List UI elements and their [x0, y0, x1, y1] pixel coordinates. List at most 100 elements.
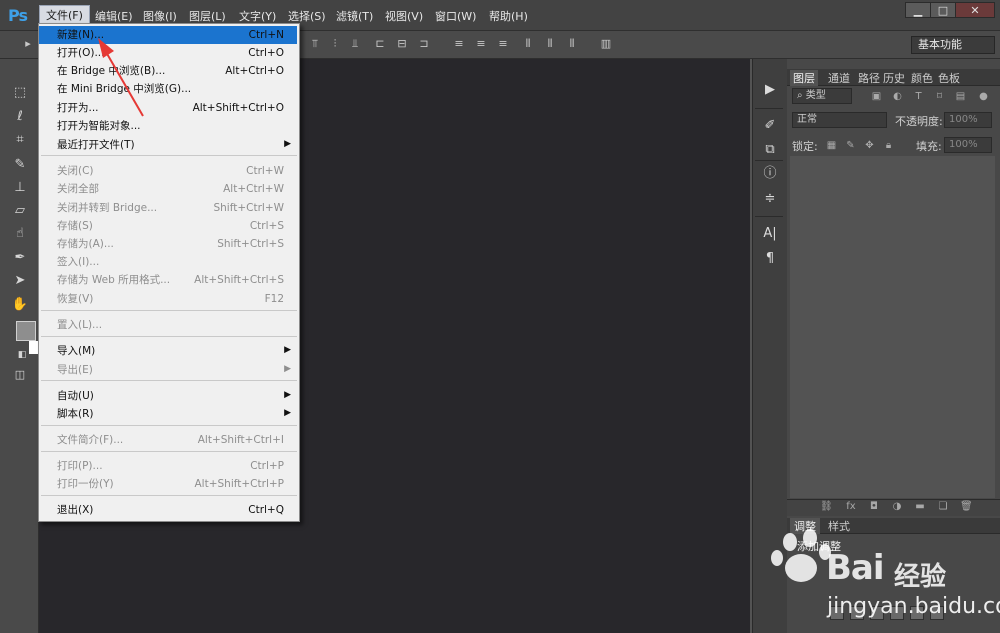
clone-source-icon[interactable]: ⧉ [762, 142, 778, 158]
menu-item-close-goto-bridge[interactable]: 关闭并转到 Bridge... Shift+Ctrl+W [39, 199, 297, 217]
paragraph-icon[interactable]: ¶ [762, 251, 778, 267]
tab-channels[interactable]: 通道 [828, 70, 850, 86]
opacity-field[interactable]: 100% [944, 112, 992, 128]
properties-icon[interactable]: ≑ [762, 191, 778, 207]
play-action-icon[interactable]: ▶ [762, 82, 778, 98]
new-layer-icon[interactable]: ❏ [937, 501, 949, 513]
align-left-icon[interactable]: ⊏ [374, 38, 386, 50]
foreground-color-swatch[interactable] [16, 321, 36, 341]
align-top-icon[interactable]: ⫪ [309, 38, 321, 50]
menu-image[interactable]: 图像(I) [141, 8, 179, 24]
crop-tool-icon[interactable]: ⌗ [10, 131, 30, 149]
menu-item-print-one-copy[interactable]: 打印一份(Y) Alt+Shift+Ctrl+P [39, 475, 297, 493]
filter-pixel-icon[interactable]: ▣ [871, 91, 882, 102]
hand-tool-icon[interactable]: ✋ [10, 296, 30, 314]
align-bottom-icon[interactable]: ⫫ [349, 38, 361, 50]
menu-item-open-recent[interactable]: 最近打开文件(T) ▶ [39, 136, 297, 154]
menu-item-close[interactable]: 关闭(C) Ctrl+W [39, 162, 297, 180]
filter-shape-icon[interactable]: ⌑ [934, 91, 945, 102]
distribute-bottom-icon[interactable]: ≡ [497, 38, 509, 50]
menu-item-save-as[interactable]: 存储为(A)... Shift+Ctrl+S [39, 235, 297, 253]
menu-item-place[interactable]: 置入(L)... [39, 316, 297, 334]
workspace-switcher[interactable]: 基本功能 [911, 36, 995, 54]
menu-item-import[interactable]: 导入(M) ▶ [39, 342, 297, 360]
menu-item-automate[interactable]: 自动(U) ▶ [39, 387, 297, 405]
quick-mask-icon[interactable]: ◫ [10, 366, 30, 384]
menu-item-save[interactable]: 存储(S) Ctrl+S [39, 217, 297, 235]
pen-tool-icon[interactable]: ✒ [10, 249, 30, 267]
menu-item-save-for-web[interactable]: 存储为 Web 所用格式... Alt+Shift+Ctrl+S [39, 271, 297, 289]
align-right-icon[interactable]: ⊐ [418, 38, 430, 50]
distribute-hcenter-icon[interactable]: ⦀ [544, 38, 556, 50]
maximize-button[interactable]: □ [930, 2, 956, 18]
tab-layers[interactable]: 图层 [790, 70, 818, 86]
marquee-tool-icon[interactable]: ⬚ [10, 84, 30, 102]
info-icon[interactable]: ⓘ [762, 166, 778, 182]
blend-mode-select[interactable]: 正常 [792, 112, 887, 128]
lock-image-icon[interactable]: ✎ [845, 140, 856, 151]
menu-item-shortcut: Ctrl+N [248, 29, 284, 41]
menu-item-new[interactable]: 新建(N)... Ctrl+N [39, 26, 297, 44]
menu-item-exit[interactable]: 退出(X) Ctrl+Q [39, 501, 297, 519]
align-vcenter-icon[interactable]: ⫶ [329, 38, 341, 50]
stamp-tool-icon[interactable]: ⊥ [10, 179, 30, 197]
distribute-left-icon[interactable]: ⦀ [522, 38, 534, 50]
menu-help[interactable]: 帮助(H) [487, 8, 530, 24]
fill-field[interactable]: 100% [944, 137, 992, 153]
lock-position-icon[interactable]: ✥ [864, 140, 875, 151]
distribute-vcenter-icon[interactable]: ≡ [475, 38, 487, 50]
tab-swatches[interactable]: 色板 [938, 70, 960, 86]
menu-window[interactable]: 窗口(W) [433, 8, 478, 24]
distribute-top-icon[interactable]: ≡ [453, 38, 465, 50]
menu-item-check-in[interactable]: 签入(I)... [39, 253, 297, 271]
lock-transparent-icon[interactable]: ▦ [826, 140, 837, 151]
menu-item-print[interactable]: 打印(P)... Ctrl+P [39, 457, 297, 475]
menu-type[interactable]: 文字(Y) [237, 8, 278, 24]
tab-history[interactable]: 历史 [883, 70, 905, 86]
adjustment-layer-icon[interactable]: ◑ [891, 501, 903, 513]
menu-select[interactable]: 选择(S) [286, 8, 328, 24]
align-hcenter-icon[interactable]: ⊟ [396, 38, 408, 50]
menu-view[interactable]: 视图(V) [383, 8, 425, 24]
filter-smart-object-icon[interactable]: ▤ [955, 91, 966, 102]
close-window-button[interactable]: ✕ [955, 2, 995, 18]
tab-paths[interactable]: 路径 [858, 70, 880, 86]
menu-item-open[interactable]: 打开(O)... Ctrl+O [39, 44, 297, 62]
delete-layer-icon[interactable]: 🗑︎ [960, 501, 973, 513]
move-tool-icon[interactable]: ▸ [22, 38, 34, 50]
menu-edit[interactable]: 编辑(E) [93, 8, 135, 24]
default-colors-icon[interactable]: ◧ [12, 346, 32, 364]
eraser-tool-icon[interactable]: ▱ [10, 202, 30, 220]
menu-filter[interactable]: 滤镜(T) [334, 8, 375, 24]
new-group-icon[interactable]: ▬ [914, 501, 926, 513]
menu-item-file-info[interactable]: 文件简介(F)... Alt+Shift+Ctrl+I [39, 431, 297, 449]
menu-file[interactable]: 文件(F) [39, 5, 90, 25]
menu-layer[interactable]: 图层(L) [187, 8, 228, 24]
menu-item-revert[interactable]: 恢复(V) F12 [39, 290, 297, 308]
auto-align-icon[interactable]: ▥ [600, 38, 612, 50]
filter-toggle-icon[interactable]: ● [978, 91, 989, 102]
filter-type-icon[interactable]: T [913, 91, 924, 102]
path-select-icon[interactable]: ➤ [10, 272, 30, 290]
menu-item-browse-mini-bridge[interactable]: 在 Mini Bridge 中浏览(G)... [39, 80, 297, 98]
filter-adjustment-icon[interactable]: ◐ [892, 91, 903, 102]
menu-item-browse-bridge[interactable]: 在 Bridge 中浏览(B)... Alt+Ctrl+O [39, 62, 297, 80]
tab-color[interactable]: 颜色 [911, 70, 933, 86]
menu-item-open-as-smart-object[interactable]: 打开为智能对象... [39, 117, 297, 135]
layer-kind-filter[interactable]: ⌕ 类型 [792, 88, 852, 104]
layer-style-icon[interactable]: fx [845, 501, 857, 513]
character-icon[interactable]: A| [762, 226, 778, 242]
brush-presets-icon[interactable]: ✐ [762, 118, 778, 134]
lock-all-icon[interactable]: 🔒︎ [883, 140, 894, 151]
distribute-right-icon[interactable]: ⦀ [566, 38, 578, 50]
lasso-tool-icon[interactable]: ℓ [10, 108, 30, 126]
menu-item-scripts[interactable]: 脚本(R) ▶ [39, 405, 297, 423]
layer-mask-icon[interactable]: ◘ [868, 501, 880, 513]
minimize-button[interactable]: ▁ [905, 2, 931, 18]
healing-brush-icon[interactable]: ✎ [10, 156, 30, 174]
menu-item-export[interactable]: 导出(E) ▶ [39, 361, 297, 379]
menu-item-open-as[interactable]: 打开为... Alt+Shift+Ctrl+O [39, 99, 297, 117]
link-layers-icon[interactable]: ⛓ [820, 501, 833, 513]
menu-item-close-all[interactable]: 关闭全部 Alt+Ctrl+W [39, 180, 297, 198]
smudge-tool-icon[interactable]: ☝ [10, 225, 30, 243]
